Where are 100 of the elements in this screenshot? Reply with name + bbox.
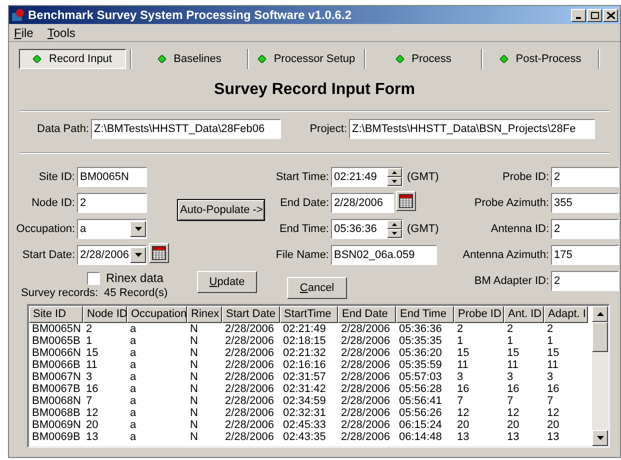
table-cell-text: 2/28/2006 [340,394,391,406]
update-button[interactable]: Update [197,271,257,293]
table-cell-text: BM0068B [31,406,82,418]
table-cell-text: BM0065B [31,334,82,346]
dropdown-button[interactable] [130,247,146,263]
scroll-thumb[interactable] [592,322,608,352]
field-label: Node ID: [32,196,75,211]
table-cell-text: 2/28/2006 [224,370,275,382]
table-cell-text: 2/28/2006 [224,382,275,394]
table-cell-text: 7 [456,394,464,406]
table-cell-text: 15 [546,346,560,358]
table-cell-text: 13 [456,430,470,442]
caret-icon [134,253,142,257]
column-header[interactable]: Ant. ID [504,306,544,322]
table-cell-text: 1 [546,334,554,346]
input-field[interactable]: 2 [551,271,619,291]
dropdown-button[interactable] [130,221,146,237]
column-header[interactable]: Rinex [187,306,222,322]
input-field[interactable]: 2/28/2006 [331,193,394,213]
spin-buttons[interactable] [387,220,402,238]
step-tab[interactable]: Post-Process [487,49,594,69]
table-cell-text: 16 [85,382,100,394]
table-cell-text: 20 [546,418,560,430]
table-cell-text: 06:15:24 [398,418,443,430]
table-cell-text: 2/28/2006 [224,418,275,430]
table-cell-text: BM0066N [31,346,82,358]
field-label: Site ID: [38,170,75,185]
calendar-button[interactable] [396,190,416,210]
table-cell-text: N [189,322,199,334]
time-field[interactable]: 02:21:49 [331,167,403,187]
table-cell-text: 02:21:49 [282,322,327,334]
app-icon [11,8,25,22]
menu-item[interactable]: File [14,24,34,42]
input-field[interactable]: BSN02_06a.059 [331,245,437,265]
table-cell-text: 2 [546,322,554,334]
table-cell-text: 02:21:32 [282,346,327,358]
close-button[interactable] [603,8,618,22]
column-header[interactable]: End Time [396,306,454,322]
table-cell-text: 2/28/2006 [224,430,275,442]
table-cell-text: 2/28/2006 [340,358,391,370]
step-tab[interactable]: Baselines [136,49,243,69]
table-cell-text: N [189,406,199,418]
diamond-icon [33,55,41,63]
table-cell-text: 15 [506,346,520,358]
table-cell-text: 05:35:59 [398,358,443,370]
input-field[interactable]: Z:\BMTests\HHSTT_Data\28Feb06 [91,119,281,139]
dropdown[interactable]: a [77,219,147,239]
input-field[interactable]: 355 [551,193,619,213]
table-cell-text: 7 [85,394,94,406]
table-cell-text: 2 [85,322,94,334]
scrollbar[interactable] [592,306,608,446]
input-field[interactable]: 2 [77,193,147,213]
input-field[interactable]: 2 [551,219,619,239]
calendar-button[interactable] [149,242,169,262]
spin-buttons[interactable] [387,168,402,186]
time-field[interactable]: 05:36:36 [331,219,403,239]
input-field[interactable]: BM0065N [77,167,147,187]
table-cell-text: BM0069B [31,430,82,442]
field-label: Antenna Azimuth: [462,248,549,263]
table-cell-text: a [129,346,138,358]
table-cell-text: 13 [546,430,560,442]
maximize-button[interactable] [587,8,602,22]
column-header[interactable]: Occupation [127,306,187,322]
table-cell-text: a [129,334,138,346]
table-cell-text: N [189,334,199,346]
rinex-checkbox[interactable] [87,272,100,284]
table-cell-text: 20 [456,418,470,430]
cancel-button[interactable]: Cancel [287,277,347,299]
checkbox-label: Rinex data [106,270,164,287]
step-tab[interactable]: Process [370,49,477,69]
table-cell-text: a [129,406,138,418]
input-field[interactable]: 2 [551,167,619,187]
column-header[interactable]: Adapt. I [544,306,588,322]
field-label: File Name: [276,248,329,263]
column-header[interactable]: End Date [338,306,396,322]
auto-populate-button[interactable]: Auto-Populate -> [177,199,265,221]
table-cell-text: 02:18:15 [282,334,327,346]
table-cell-text: 1 [456,334,464,346]
menu-item[interactable]: Tools [47,24,76,42]
table-cell-text: BM0068N [31,394,82,406]
step-tab[interactable]: Record Input [19,49,126,69]
column-header[interactable]: Probe ID [454,306,504,322]
minimize-button[interactable] [571,8,586,22]
table-cell-text: 2/28/2006 [340,334,391,346]
step-tab[interactable]: Processor Setup [253,49,360,69]
table-cell-text: 7 [506,394,514,406]
table-cell-text: N [189,370,199,382]
input-field[interactable]: 175 [551,245,619,265]
column-header[interactable]: Start Date [222,306,280,322]
scroll-down-icon [596,436,604,440]
column-header[interactable]: Site ID [29,306,83,322]
table-cell-text: 02:45:33 [282,418,327,430]
table-cell-text: N [189,394,199,406]
table-cell-text: 3 [506,370,514,382]
input-field[interactable]: Z:\BMTests\HHSTT_Data\BSN_Projects\28Fe [349,119,595,139]
table-cell-text: 02:31:42 [282,382,327,394]
diamond-icon [158,55,166,63]
column-header[interactable]: StartTime [280,306,338,322]
table-cell-text: 02:32:31 [282,406,327,418]
date-picker[interactable]: 2/28/2006 [77,245,147,265]
